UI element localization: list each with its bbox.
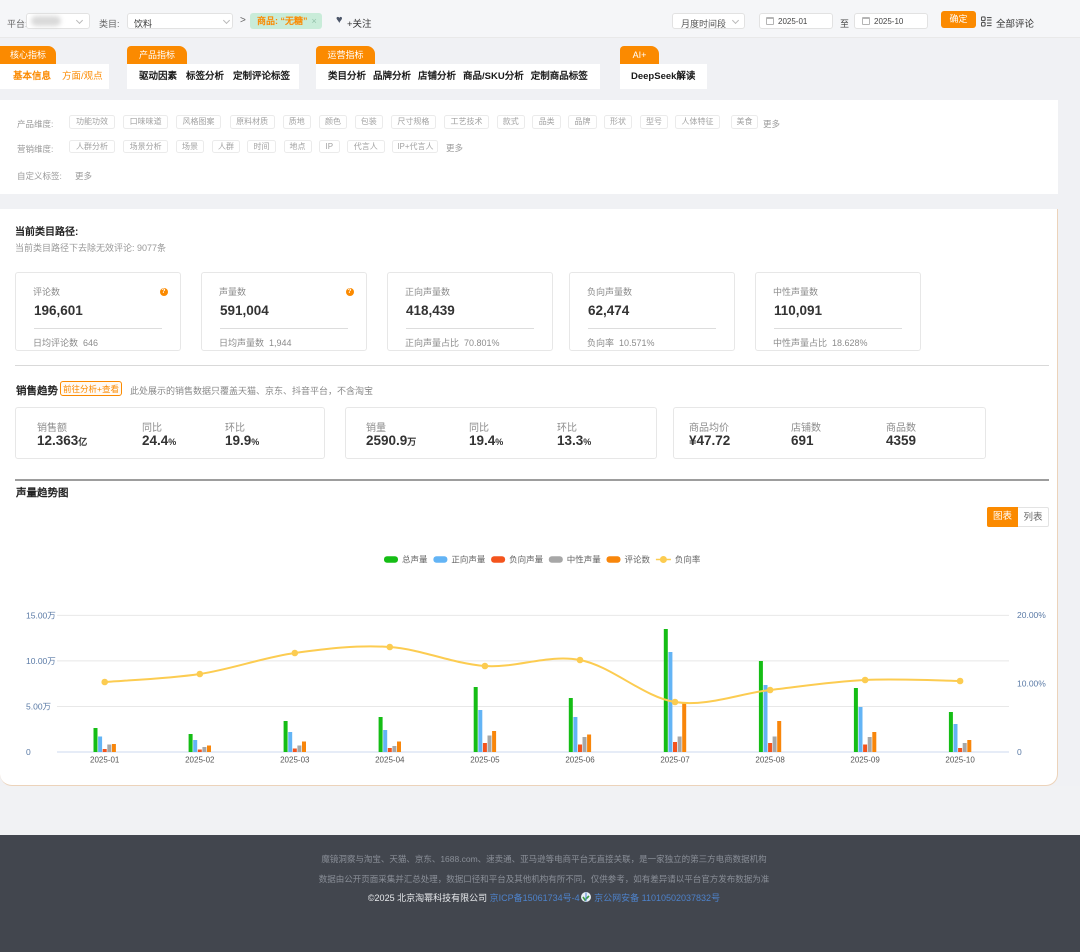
svg-text:2025-06: 2025-06 xyxy=(565,756,595,765)
svg-text:20.00%: 20.00% xyxy=(1017,610,1046,620)
svg-text:2025-01: 2025-01 xyxy=(90,756,120,765)
svg-text:2025-03: 2025-03 xyxy=(280,756,310,765)
svg-text:2025-02: 2025-02 xyxy=(185,756,215,765)
svg-text:总声量: 总声量 xyxy=(402,555,428,565)
svg-text:中性声量: 中性声量 xyxy=(567,555,602,565)
svg-text:15.00万: 15.00万 xyxy=(26,611,56,621)
svg-text:0: 0 xyxy=(26,747,31,757)
svg-text:5.00万: 5.00万 xyxy=(26,702,51,712)
svg-text:评论数: 评论数 xyxy=(625,555,651,565)
svg-text:10.00%: 10.00% xyxy=(1017,679,1046,689)
svg-text:负向声量: 负向声量 xyxy=(509,555,544,565)
svg-text:负向率: 负向率 xyxy=(675,555,701,565)
svg-text:正向声量: 正向声量 xyxy=(451,555,486,565)
svg-text:2025-08: 2025-08 xyxy=(755,756,785,765)
svg-text:2025-07: 2025-07 xyxy=(660,756,690,765)
svg-text:2025-10: 2025-10 xyxy=(945,756,975,765)
svg-text:2025-09: 2025-09 xyxy=(850,756,880,765)
svg-text:10.00万: 10.00万 xyxy=(26,656,56,666)
svg-text:2025-05: 2025-05 xyxy=(470,756,500,765)
svg-text:0: 0 xyxy=(1017,747,1022,757)
svg-text:2025-04: 2025-04 xyxy=(375,756,405,765)
